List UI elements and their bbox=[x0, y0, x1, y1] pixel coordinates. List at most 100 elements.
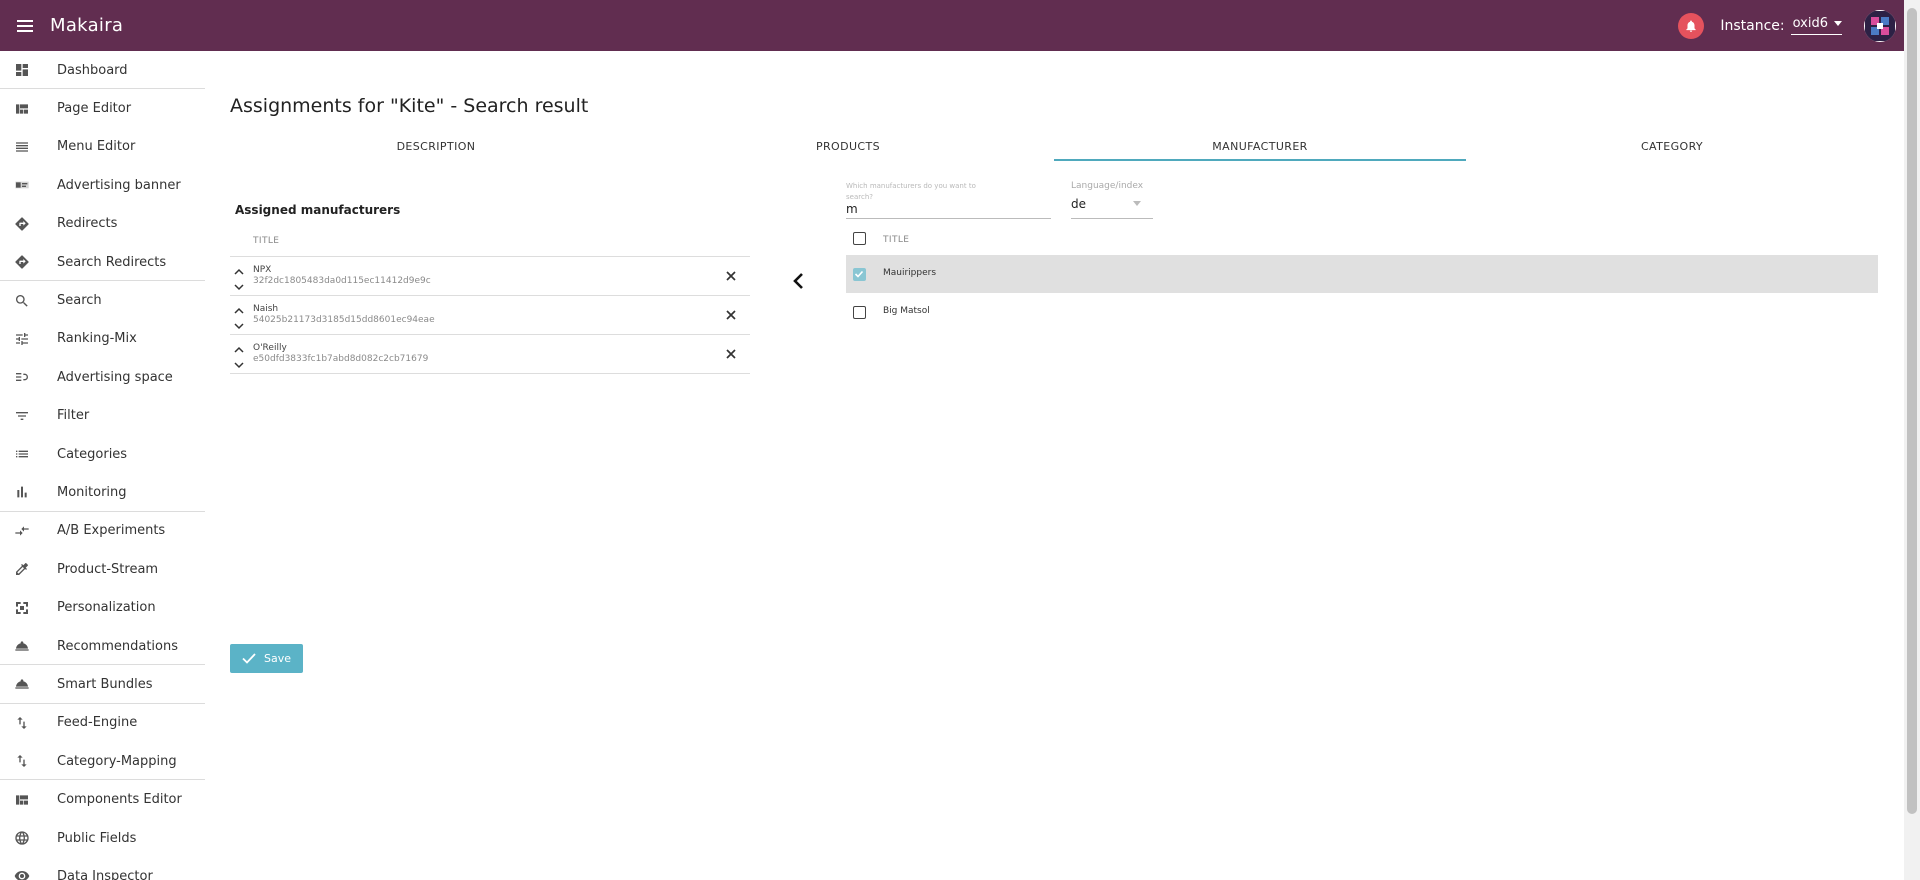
assigned-title: Naish bbox=[253, 304, 279, 314]
sidebar: Dashboard Page Editor Menu Editor Advert… bbox=[0, 51, 205, 880]
dashboard-icon bbox=[0, 62, 44, 78]
instance-label: Instance: bbox=[1720, 17, 1785, 34]
assigned-title: O'Reilly bbox=[253, 343, 287, 353]
assigned-manufacturers-title: Assigned manufacturers bbox=[235, 203, 401, 217]
sidebar-item-label: Smart Bundles bbox=[57, 676, 153, 692]
bell-icon bbox=[1686, 19, 1697, 32]
select-all-checkbox[interactable] bbox=[853, 232, 866, 245]
sidebar-item-filter[interactable]: Filter bbox=[0, 397, 205, 435]
sidebar-item-advertising-space[interactable]: Advertising space bbox=[0, 358, 205, 396]
search-placeholder-label: Which manufacturers do you want to searc… bbox=[846, 182, 976, 201]
move-down-icon[interactable] bbox=[234, 354, 246, 369]
sidebar-item-label: Components Editor bbox=[57, 792, 182, 808]
language-value: de bbox=[1071, 197, 1086, 211]
sidebar-item-data-inspector[interactable]: Data Inspector bbox=[0, 857, 205, 880]
assign-selected-button[interactable] bbox=[788, 269, 808, 293]
categories-icon bbox=[0, 446, 44, 462]
chevron-left-icon bbox=[793, 273, 803, 289]
sidebar-item-search-redirects[interactable]: Search Redirects bbox=[0, 243, 205, 282]
sidebar-item-label: Ranking-Mix bbox=[57, 331, 137, 347]
sidebar-item-public-fields[interactable]: Public Fields bbox=[0, 819, 205, 857]
assigned-manufacturers-list: NPX 32f2dc1805483da0d115ec11412d9e9c Nai… bbox=[230, 256, 750, 374]
move-down-icon[interactable] bbox=[234, 315, 246, 330]
dropdown-arrow-icon bbox=[1133, 201, 1141, 206]
sidebar-item-page-editor[interactable]: Page Editor bbox=[0, 89, 205, 127]
sidebar-item-label: Redirects bbox=[57, 216, 118, 232]
move-up-icon[interactable] bbox=[234, 339, 246, 353]
sidebar-item-ab-experiments[interactable]: A/B Experiments bbox=[0, 512, 205, 550]
remove-icon[interactable] bbox=[724, 347, 738, 361]
top-bar: Makaira Instance: oxid6 bbox=[0, 0, 1904, 51]
instance-value: oxid6 bbox=[1792, 16, 1828, 31]
sidebar-item-label: Data Inspector bbox=[57, 868, 153, 880]
row-checkbox[interactable] bbox=[853, 306, 866, 319]
hamburger-icon bbox=[17, 19, 33, 32]
user-avatar[interactable] bbox=[1864, 9, 1896, 42]
monitoring-icon bbox=[0, 484, 44, 500]
banner-icon bbox=[0, 177, 44, 193]
sidebar-item-ranking-mix[interactable]: Ranking-Mix bbox=[0, 320, 205, 358]
globe-icon bbox=[0, 830, 44, 846]
table-row[interactable]: Big Matsol bbox=[846, 293, 1878, 331]
move-up-icon[interactable] bbox=[234, 300, 246, 314]
tab-products[interactable]: PRODUCTS bbox=[642, 131, 1054, 161]
sidebar-item-categories[interactable]: Categories bbox=[0, 435, 205, 473]
page-scrollbar[interactable] bbox=[1904, 0, 1920, 880]
results-column-title: TITLE bbox=[883, 235, 910, 245]
filter-icon bbox=[0, 408, 44, 424]
dropdown-arrow-icon bbox=[1834, 21, 1842, 26]
tab-description[interactable]: DESCRIPTION bbox=[230, 131, 642, 161]
sidebar-item-label: Menu Editor bbox=[57, 139, 136, 155]
move-down-icon[interactable] bbox=[234, 276, 246, 291]
instance-select[interactable]: oxid6 bbox=[1790, 16, 1842, 35]
sidebar-item-label: Categories bbox=[57, 446, 128, 462]
scrollbar-thumb[interactable] bbox=[1907, 8, 1917, 814]
category-mapping-icon bbox=[0, 753, 44, 769]
manufacturer-search-input[interactable] bbox=[846, 202, 1046, 216]
search-redirect-icon bbox=[0, 254, 44, 270]
sidebar-item-menu-editor[interactable]: Menu Editor bbox=[0, 128, 205, 166]
assigned-row: O'Reilly e50dfd3833fc1b7abd8d082c2cb7167… bbox=[230, 335, 750, 374]
search-results-table: TITLE Mauirippers Big Matsol bbox=[846, 223, 1878, 331]
sidebar-item-components-editor[interactable]: Components Editor bbox=[0, 780, 205, 818]
remove-icon[interactable] bbox=[724, 308, 738, 322]
save-label: Save bbox=[263, 652, 291, 665]
result-title: Mauirippers bbox=[883, 268, 937, 278]
sidebar-item-search[interactable]: Search bbox=[0, 281, 205, 319]
sidebar-item-category-mapping[interactable]: Category-Mapping bbox=[0, 742, 205, 781]
language-select[interactable]: Language/index de bbox=[1071, 181, 1153, 219]
sidebar-item-monitoring[interactable]: Monitoring bbox=[0, 473, 205, 513]
tab-manufacturer[interactable]: MANUFACTURER bbox=[1054, 131, 1466, 161]
sidebar-item-feed-engine[interactable]: Feed-Engine bbox=[0, 704, 205, 742]
sidebar-item-label: Search bbox=[57, 293, 102, 309]
menu-editor-icon bbox=[0, 139, 44, 155]
sidebar-item-personalization[interactable]: Personalization bbox=[0, 588, 205, 626]
sidebar-item-label: Recommendations bbox=[57, 638, 179, 654]
sidebar-item-label: Public Fields bbox=[57, 830, 137, 846]
tab-category[interactable]: CATEGORY bbox=[1466, 131, 1878, 161]
sidebar-item-dashboard[interactable]: Dashboard bbox=[0, 51, 205, 90]
page-title: Assignments for "Kite" - Search result bbox=[230, 95, 589, 117]
sidebar-item-product-stream[interactable]: Product-Stream bbox=[0, 550, 205, 588]
sidebar-item-advertising-banner[interactable]: Advertising banner bbox=[0, 166, 205, 204]
sidebar-item-recommendations[interactable]: Recommendations bbox=[0, 627, 205, 666]
remove-icon[interactable] bbox=[724, 269, 738, 283]
tab-bar: DESCRIPTION PRODUCTS MANUFACTURER CATEGO… bbox=[230, 131, 1878, 221]
row-checkbox[interactable] bbox=[853, 268, 866, 281]
move-up-icon[interactable] bbox=[234, 261, 246, 275]
notifications-button[interactable] bbox=[1678, 12, 1705, 39]
smart-bundles-icon bbox=[0, 676, 44, 692]
table-row[interactable]: Mauirippers bbox=[846, 255, 1878, 293]
hamburger-menu-button[interactable] bbox=[0, 0, 50, 51]
sidebar-item-label: Advertising banner bbox=[57, 177, 181, 193]
sidebar-item-label: Search Redirects bbox=[57, 254, 167, 270]
sidebar-item-smart-bundles[interactable]: Smart Bundles bbox=[0, 665, 205, 705]
sidebar-item-redirects[interactable]: Redirects bbox=[0, 205, 205, 243]
check-icon bbox=[242, 653, 256, 664]
assigned-id: e50dfd3833fc1b7abd8d082c2cb71679 bbox=[253, 354, 429, 364]
save-button[interactable]: Save bbox=[230, 644, 303, 673]
search-icon bbox=[0, 293, 44, 309]
sidebar-item-label: Category-Mapping bbox=[57, 753, 177, 769]
checkmark-icon bbox=[854, 270, 864, 278]
sidebar-item-label: Advertising space bbox=[57, 369, 173, 385]
